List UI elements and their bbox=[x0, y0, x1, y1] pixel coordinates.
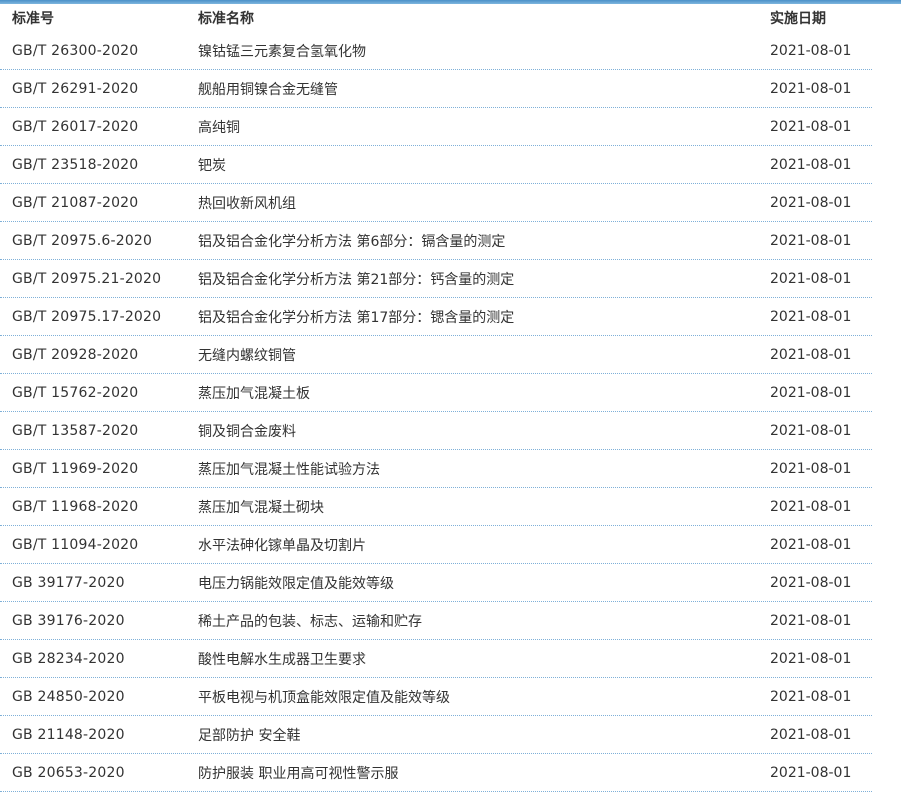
implementation-date: 2021-08-01 bbox=[770, 422, 852, 439]
table-row[interactable]: GB/T 20928-2020 无缝内螺纹铜管 2021-08-01 bbox=[0, 336, 872, 374]
standard-number[interactable]: GB/T 21087-2020 bbox=[0, 195, 198, 211]
table-row[interactable]: GB/T 23518-2020 钯炭 2021-08-01 bbox=[0, 146, 872, 184]
table-row[interactable]: GB/T 11968-2020 蒸压加气混凝土砌块 2021-08-01 bbox=[0, 488, 872, 526]
standards-table: 标准号 标准名称 实施日期 GB/T 26300-2020 镍钴锰三元素复合氢氧化… bbox=[0, 4, 872, 792]
implementation-date: 2021-08-01 bbox=[770, 764, 852, 781]
implementation-date: 2021-08-01 bbox=[770, 650, 852, 667]
implementation-date: 2021-08-01 bbox=[770, 232, 852, 249]
standard-name-link[interactable]: 铜及铜合金废料 bbox=[198, 421, 770, 441]
standard-number[interactable]: GB/T 11094-2020 bbox=[0, 537, 198, 553]
standard-number[interactable]: GB/T 20975.17-2020 bbox=[0, 309, 198, 325]
standard-name-link[interactable]: 铝及铝合金化学分析方法 第21部分：钙含量的测定 bbox=[198, 269, 770, 289]
standard-name-link[interactable]: 平板电视与机顶盒能效限定值及能效等级 bbox=[198, 687, 770, 707]
implementation-date: 2021-08-01 bbox=[770, 42, 852, 59]
standard-number[interactable]: GB/T 26017-2020 bbox=[0, 119, 198, 135]
standard-number[interactable]: GB/T 11968-2020 bbox=[0, 499, 198, 515]
table-row[interactable]: GB/T 26017-2020 高纯铜 2021-08-01 bbox=[0, 108, 872, 146]
standard-name-link[interactable]: 无缝内螺纹铜管 bbox=[198, 345, 770, 365]
table-row[interactable]: GB 20653-2020 防护服装 职业用高可视性警示服 2021-08-01 bbox=[0, 754, 872, 792]
table-row[interactable]: GB 28234-2020 酸性电解水生成器卫生要求 2021-08-01 bbox=[0, 640, 872, 678]
table-row[interactable]: GB/T 20975.6-2020 铝及铝合金化学分析方法 第6部分：镉含量的测定… bbox=[0, 222, 872, 260]
table-header: 标准号 标准名称 实施日期 bbox=[0, 4, 872, 32]
implementation-date: 2021-08-01 bbox=[770, 308, 852, 325]
implementation-date: 2021-08-01 bbox=[770, 536, 852, 553]
table-row[interactable]: GB 24850-2020 平板电视与机顶盒能效限定值及能效等级 2021-08-0… bbox=[0, 678, 872, 716]
table-row[interactable]: GB/T 26291-2020 舰船用铜镍合金无缝管 2021-08-01 bbox=[0, 70, 872, 108]
standard-name-link[interactable]: 蒸压加气混凝土砌块 bbox=[198, 497, 770, 517]
table-body: GB/T 26300-2020 镍钴锰三元素复合氢氧化物 2021-08-01 GB/… bbox=[0, 32, 872, 792]
implementation-date: 2021-08-01 bbox=[770, 726, 852, 743]
standard-name-link[interactable]: 稀土产品的包装、标志、运输和贮存 bbox=[198, 611, 770, 631]
table-row[interactable]: GB/T 11094-2020 水平法砷化镓单晶及切割片 2021-08-01 bbox=[0, 526, 872, 564]
standard-name-link[interactable]: 水平法砷化镓单晶及切割片 bbox=[198, 535, 770, 555]
implementation-date: 2021-08-01 bbox=[770, 384, 852, 401]
table-row[interactable]: GB/T 20975.17-2020 铝及铝合金化学分析方法 第17部分：锶含量的… bbox=[0, 298, 872, 336]
standard-number[interactable]: GB/T 20975.6-2020 bbox=[0, 233, 198, 249]
standard-name-link[interactable]: 蒸压加气混凝土性能试验方法 bbox=[198, 459, 770, 479]
standard-name-link[interactable]: 铝及铝合金化学分析方法 第17部分：锶含量的测定 bbox=[198, 307, 770, 327]
header-standard-number: 标准号 bbox=[12, 11, 54, 27]
implementation-date: 2021-08-01 bbox=[770, 346, 852, 363]
standard-name-link[interactable]: 酸性电解水生成器卫生要求 bbox=[198, 649, 770, 669]
implementation-date: 2021-08-01 bbox=[770, 270, 852, 287]
standard-number[interactable]: GB/T 13587-2020 bbox=[0, 423, 198, 439]
table-row[interactable]: GB 39177-2020 电压力锅能效限定值及能效等级 2021-08-01 bbox=[0, 564, 872, 602]
header-implementation-date: 实施日期 bbox=[770, 11, 826, 27]
implementation-date: 2021-08-01 bbox=[770, 80, 852, 97]
standard-name-link[interactable]: 足部防护 安全鞋 bbox=[198, 725, 770, 745]
standard-number[interactable]: GB/T 20928-2020 bbox=[0, 347, 198, 363]
implementation-date: 2021-08-01 bbox=[770, 498, 852, 515]
implementation-date: 2021-08-01 bbox=[770, 612, 852, 629]
implementation-date: 2021-08-01 bbox=[770, 688, 852, 705]
standard-name-link[interactable]: 热回收新风机组 bbox=[198, 193, 770, 213]
table-row[interactable]: GB 21148-2020 足部防护 安全鞋 2021-08-01 bbox=[0, 716, 872, 754]
standard-number[interactable]: GB/T 15762-2020 bbox=[0, 385, 198, 401]
standard-number[interactable]: GB/T 23518-2020 bbox=[0, 157, 198, 173]
table-row[interactable]: GB/T 11969-2020 蒸压加气混凝土性能试验方法 2021-08-01 bbox=[0, 450, 872, 488]
standard-name-link[interactable]: 防护服装 职业用高可视性警示服 bbox=[198, 763, 770, 783]
standard-number[interactable]: GB 21148-2020 bbox=[0, 727, 198, 743]
standard-number[interactable]: GB/T 11969-2020 bbox=[0, 461, 198, 477]
standard-name-link[interactable]: 铝及铝合金化学分析方法 第6部分：镉含量的测定 bbox=[198, 231, 770, 251]
standard-number[interactable]: GB 28234-2020 bbox=[0, 651, 198, 667]
table-row[interactable]: GB/T 20975.21-2020 铝及铝合金化学分析方法 第21部分：钙含量的… bbox=[0, 260, 872, 298]
standard-name-link[interactable]: 蒸压加气混凝土板 bbox=[198, 383, 770, 403]
implementation-date: 2021-08-01 bbox=[770, 194, 852, 211]
standard-number[interactable]: GB 24850-2020 bbox=[0, 689, 198, 705]
implementation-date: 2021-08-01 bbox=[770, 574, 852, 591]
header-standard-name: 标准名称 bbox=[198, 11, 254, 27]
standard-name-link[interactable]: 镍钴锰三元素复合氢氧化物 bbox=[198, 41, 770, 61]
standard-number[interactable]: GB/T 20975.21-2020 bbox=[0, 271, 198, 287]
table-row[interactable]: GB/T 13587-2020 铜及铜合金废料 2021-08-01 bbox=[0, 412, 872, 450]
standard-name-link[interactable]: 电压力锅能效限定值及能效等级 bbox=[198, 573, 770, 593]
standard-name-link[interactable]: 高纯铜 bbox=[198, 117, 770, 137]
standard-number[interactable]: GB 20653-2020 bbox=[0, 765, 198, 781]
standard-number[interactable]: GB 39176-2020 bbox=[0, 613, 198, 629]
table-row[interactable]: GB/T 21087-2020 热回收新风机组 2021-08-01 bbox=[0, 184, 872, 222]
table-row[interactable]: GB/T 15762-2020 蒸压加气混凝土板 2021-08-01 bbox=[0, 374, 872, 412]
table-row[interactable]: GB/T 26300-2020 镍钴锰三元素复合氢氧化物 2021-08-01 bbox=[0, 32, 872, 70]
implementation-date: 2021-08-01 bbox=[770, 156, 852, 173]
table-row[interactable]: GB 39176-2020 稀土产品的包装、标志、运输和贮存 2021-08-01 bbox=[0, 602, 872, 640]
standard-number[interactable]: GB/T 26291-2020 bbox=[0, 81, 198, 97]
implementation-date: 2021-08-01 bbox=[770, 118, 852, 135]
standard-name-link[interactable]: 舰船用铜镍合金无缝管 bbox=[198, 79, 770, 99]
standard-number[interactable]: GB 39177-2020 bbox=[0, 575, 198, 591]
standard-name-link[interactable]: 钯炭 bbox=[198, 155, 770, 175]
implementation-date: 2021-08-01 bbox=[770, 460, 852, 477]
standard-number[interactable]: GB/T 26300-2020 bbox=[0, 43, 198, 59]
